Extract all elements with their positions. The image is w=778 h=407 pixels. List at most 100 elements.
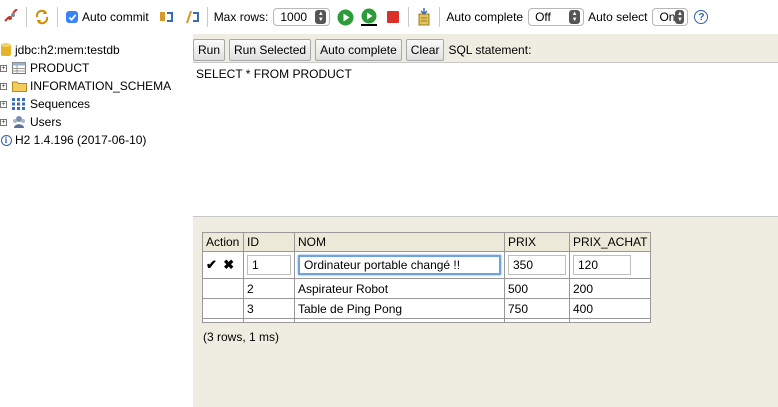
auto-complete-value: Off [535,10,551,24]
cancel-edit-button[interactable]: ✖ [223,257,234,272]
table-cell: 500 [504,278,570,299]
auto-select-select[interactable]: On ▲ ▼ [652,8,689,26]
column-header-nom[interactable]: NOM [294,232,505,252]
table-cell: Aspirateur Robot [294,278,505,299]
help-label: ? [694,10,709,24]
sql-editor-text: SELECT * FROM PRODUCT [196,67,352,81]
tree-item-sequences[interactable]: + Sequences [0,95,90,113]
row-actions: ✔ ✖ [202,251,244,279]
auto-commit-checkbox[interactable] [66,11,78,23]
table-cell: 3 [243,298,295,319]
table-row[interactable]: 3 Table de Ping Pong 750 400 [202,298,652,319]
stop-icon[interactable] [384,8,402,26]
table-row-empty [202,318,652,323]
table-icon [11,59,27,77]
auto-commit-label: Auto commit [82,10,149,24]
prix-achat-input[interactable]: 120 [573,255,631,275]
tree-item-label: Sequences [30,97,91,111]
sequences-icon [11,95,27,113]
table-cell: 750 [504,298,570,319]
users-icon [11,113,27,131]
column-header-id[interactable]: ID [243,232,295,252]
accept-edit-button[interactable]: ✔ [206,257,217,272]
run-selected-icon[interactable] [360,8,378,26]
refresh-icon[interactable] [33,8,51,26]
table-cell: 350 [504,251,570,279]
prix-input[interactable]: 350 [508,255,566,275]
tree-item-label: INFORMATION_SCHEMA [30,79,172,93]
table-cell: 200 [568,278,652,299]
table-cell [294,318,505,323]
max-rows-select[interactable]: 1000 ▲ ▼ [273,8,331,26]
table-header-row: Action ID NOM PRIX PRIX_ACHAT [202,232,652,252]
table-cell: 2 [243,278,295,299]
auto-complete-button[interactable]: Auto complete [315,39,402,61]
column-header-prix[interactable]: PRIX [504,232,570,252]
expand-icon[interactable]: + [0,100,7,108]
tree-item-product[interactable]: + PRODUCT [0,59,89,77]
info-icon: i [0,131,12,149]
sql-editor[interactable]: SELECT * FROM PRODUCT [193,62,778,217]
tree-item-label: Users [30,115,62,129]
toolbar: Auto commit Max rows: 1000 ▲ ▼ Auto compl… [0,0,778,34]
table-cell: Ordinateur portable changé !! [294,251,505,279]
help-icon[interactable]: ? [692,8,710,26]
table-cell [202,318,244,323]
max-rows-label: Max rows: [213,10,269,24]
rollback-icon[interactable] [183,8,201,26]
table-cell: 400 [568,298,652,319]
commit-icon[interactable] [157,8,175,26]
table-cell: Table de Ping Pong [294,298,505,319]
disconnect-icon[interactable] [2,8,20,26]
clear-button[interactable]: Clear [405,39,445,61]
run-selected-button[interactable]: Run Selected [229,39,312,61]
database-icon [0,41,12,59]
expand-icon[interactable]: + [0,118,7,126]
table-cell [568,318,652,323]
sql-statement-label: SQL statement: [448,43,532,57]
column-header-action[interactable]: Action [202,232,244,252]
query-panel: Run Run Selected Auto complete Clear SQL… [193,34,778,407]
toolbar-separator [57,7,58,27]
table-cell [202,278,244,299]
tree-item-information-schema[interactable]: + INFORMATION_SCHEMA [0,77,171,95]
table-cell: 120 [568,251,652,279]
toolbar-separator [408,7,410,27]
select-arrows-icon: ▲ ▼ [315,10,327,24]
table-row-editing: ✔ ✖ 1 Ordinateur portable changé !! 350 … [202,251,652,279]
run-icon[interactable] [336,8,354,26]
expand-icon[interactable]: + [0,64,7,72]
column-header-prix-achat[interactable]: PRIX_ACHAT [568,232,652,252]
run-button[interactable]: Run [193,39,226,61]
tree-root-label: jdbc:h2:mem:testdb [15,43,120,57]
auto-select-label: Auto select [588,10,648,24]
tree-item-users[interactable]: + Users [0,113,61,131]
result-status: (3 rows, 1 ms) [203,330,280,344]
version-info: i H2 1.4.196 (2017-06-10) [0,131,146,149]
select-arrows-icon: ▲ ▼ [675,10,685,24]
toolbar-separator [26,7,27,27]
folder-icon [11,77,27,95]
max-rows-value: 1000 [280,10,308,24]
table-cell [504,318,570,323]
toolbar-separator [206,7,208,27]
auto-select-value: On [659,10,676,24]
id-input[interactable]: 1 [247,255,291,275]
history-icon[interactable] [415,8,433,26]
nom-input[interactable]: Ordinateur portable changé !! [298,255,501,275]
table-cell [202,298,244,319]
tree-item-label: PRODUCT [30,61,90,75]
query-button-row: Run Run Selected Auto complete Clear SQL… [193,38,531,62]
version-label: H2 1.4.196 (2017-06-10) [15,133,147,147]
tree-root[interactable]: jdbc:h2:mem:testdb [0,41,120,59]
select-arrows-icon: ▲ ▼ [569,10,581,24]
result-table: Action ID NOM PRIX PRIX_ACHAT ✔ ✖ 1 Ordi… [202,232,652,323]
table-row[interactable]: 2 Aspirateur Robot 500 200 [202,278,652,299]
auto-complete-select[interactable]: Off ▲ ▼ [528,8,585,26]
expand-icon[interactable]: + [0,82,7,90]
schema-tree: jdbc:h2:mem:testdb + PRODUCT + INFORMATI… [0,36,192,407]
table-cell [243,318,295,323]
toolbar-separator [439,7,441,27]
auto-commit-toggle[interactable]: Auto commit [64,10,149,24]
table-cell: 1 [243,251,295,279]
